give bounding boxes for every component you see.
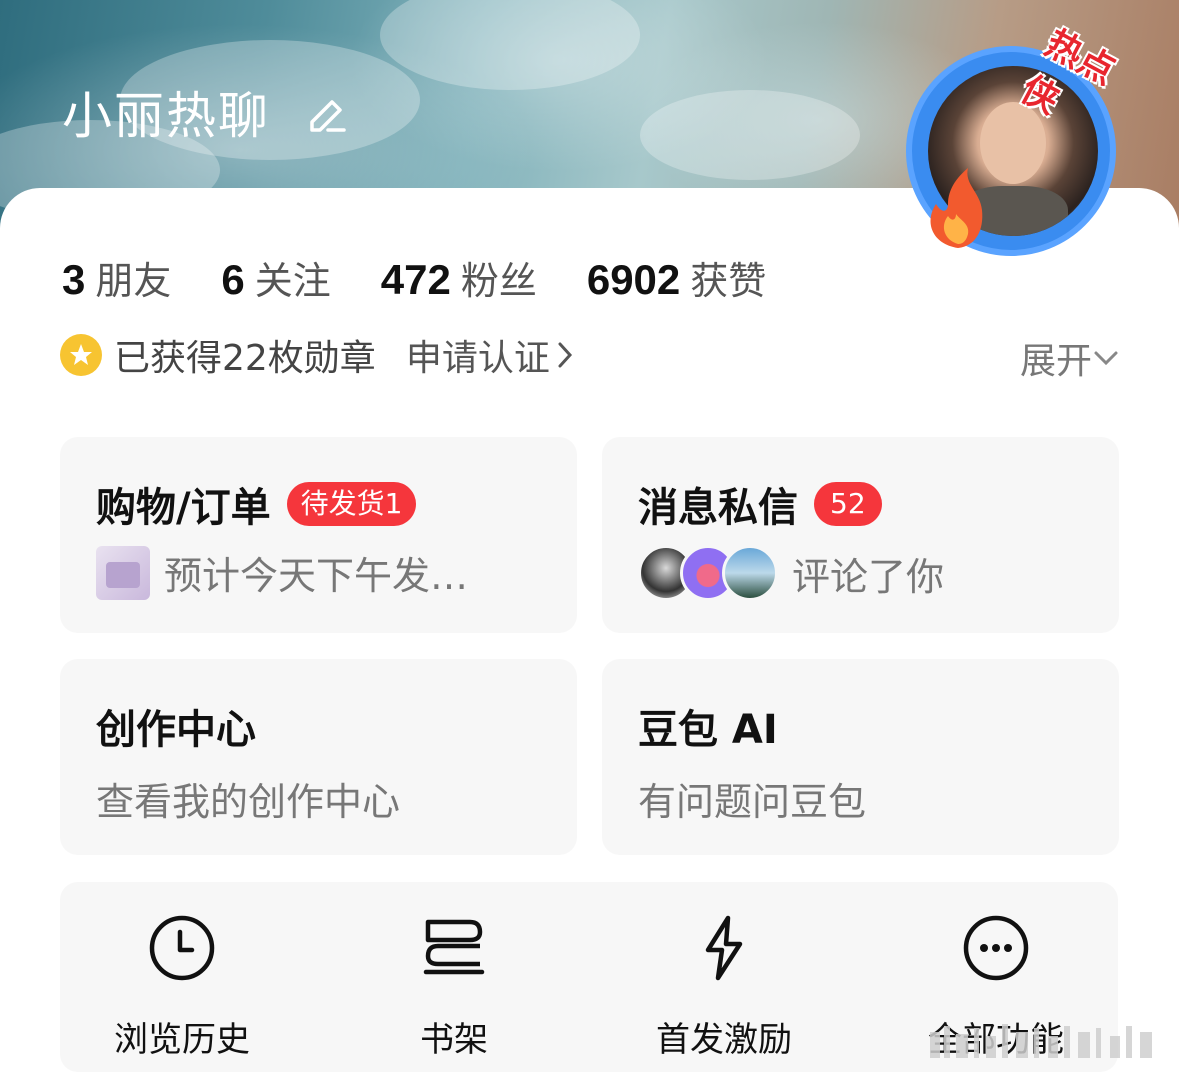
edit-icon[interactable] <box>304 94 348 138</box>
stat-label: 获赞 <box>690 259 767 303</box>
stat-label: 朋友 <box>95 259 172 303</box>
stat-friends[interactable]: 3 朋友 <box>62 250 171 305</box>
commenter-avatars <box>638 545 778 601</box>
tile-title: 消息私信 52 <box>638 475 882 533</box>
stat-fans[interactable]: 472 粉丝 <box>381 250 537 305</box>
tile-subtitle: 预计今天下午发… <box>96 545 468 600</box>
tool-label: 首发激励 <box>656 1020 792 1060</box>
chevron-right-icon <box>558 342 572 368</box>
avatar <box>722 545 778 601</box>
expand-button[interactable]: 展开 <box>1020 332 1120 384</box>
tile-subtitle: 评论了你 <box>638 545 944 601</box>
comment-notice: 评论了你 <box>792 554 945 599</box>
tool-label: 浏览历史 <box>114 1020 250 1060</box>
watermark-overlay <box>930 1024 1152 1058</box>
medal-icon <box>60 334 102 376</box>
banner-wave <box>640 90 860 180</box>
shopping-title: 购物/订单 <box>96 485 271 531</box>
chevron-down-icon <box>1094 351 1118 366</box>
stat-label: 粉丝 <box>460 259 537 303</box>
clock-icon <box>149 915 215 981</box>
tile-title: 购物/订单 待发货1 <box>96 475 417 533</box>
doubao-title: 豆包 AI <box>638 707 778 753</box>
banner-wave <box>380 0 640 90</box>
more-icon <box>963 915 1029 981</box>
stat-likes[interactable]: 6902 获赞 <box>587 250 766 305</box>
doubao-subtitle: 有问题问豆包 <box>638 780 867 824</box>
stat-label: 关注 <box>254 259 331 303</box>
medal-count[interactable]: 已获得22枚勋章 <box>114 329 376 381</box>
tool-bookshelf[interactable]: 书架 <box>334 912 574 1061</box>
tool-label: 书架 <box>420 1020 488 1060</box>
shipping-status: 预计今天下午发… <box>164 554 469 598</box>
stat-following[interactable]: 6 关注 <box>221 250 330 305</box>
flame-icon <box>930 168 983 248</box>
creator-title: 创作中心 <box>96 707 256 753</box>
stat-number: 6902 <box>586 256 681 303</box>
tool-browse-history[interactable]: 浏览历史 <box>62 912 302 1061</box>
expand-label: 展开 <box>1019 341 1092 382</box>
apply-verification-link[interactable]: 申请认证 <box>406 329 550 381</box>
unread-count-badge: 52 <box>814 482 882 526</box>
stat-number: 472 <box>380 256 451 303</box>
badge-row: 已获得22枚勋章 申请认证 展开 <box>60 329 1120 382</box>
bookshelf-icon <box>423 919 485 975</box>
profile-name: 小丽热聊 <box>62 87 270 145</box>
doubao-ai-tile[interactable]: 豆包 AI 有问题问豆包 <box>602 659 1119 855</box>
messages-tile[interactable]: 消息私信 52 评论了你 <box>602 437 1119 633</box>
product-thumbnail <box>96 545 150 600</box>
shopping-orders-tile[interactable]: 购物/订单 待发货1 预计今天下午发… <box>60 437 577 633</box>
tool-first-release-incentive[interactable]: 首发激励 <box>604 912 844 1061</box>
lightning-icon <box>705 915 743 981</box>
stats-row: 3 朋友 6 关注 472 粉丝 6902 获赞 <box>62 250 816 305</box>
stat-number: 3 <box>62 256 86 303</box>
messages-title: 消息私信 <box>638 485 798 531</box>
stat-number: 6 <box>221 256 245 303</box>
creator-center-tile[interactable]: 创作中心 查看我的创作中心 <box>60 659 577 855</box>
creator-subtitle: 查看我的创作中心 <box>96 780 401 824</box>
avatar[interactable]: 热点侠 <box>900 23 1130 256</box>
pending-shipment-badge: 待发货1 <box>286 482 417 526</box>
